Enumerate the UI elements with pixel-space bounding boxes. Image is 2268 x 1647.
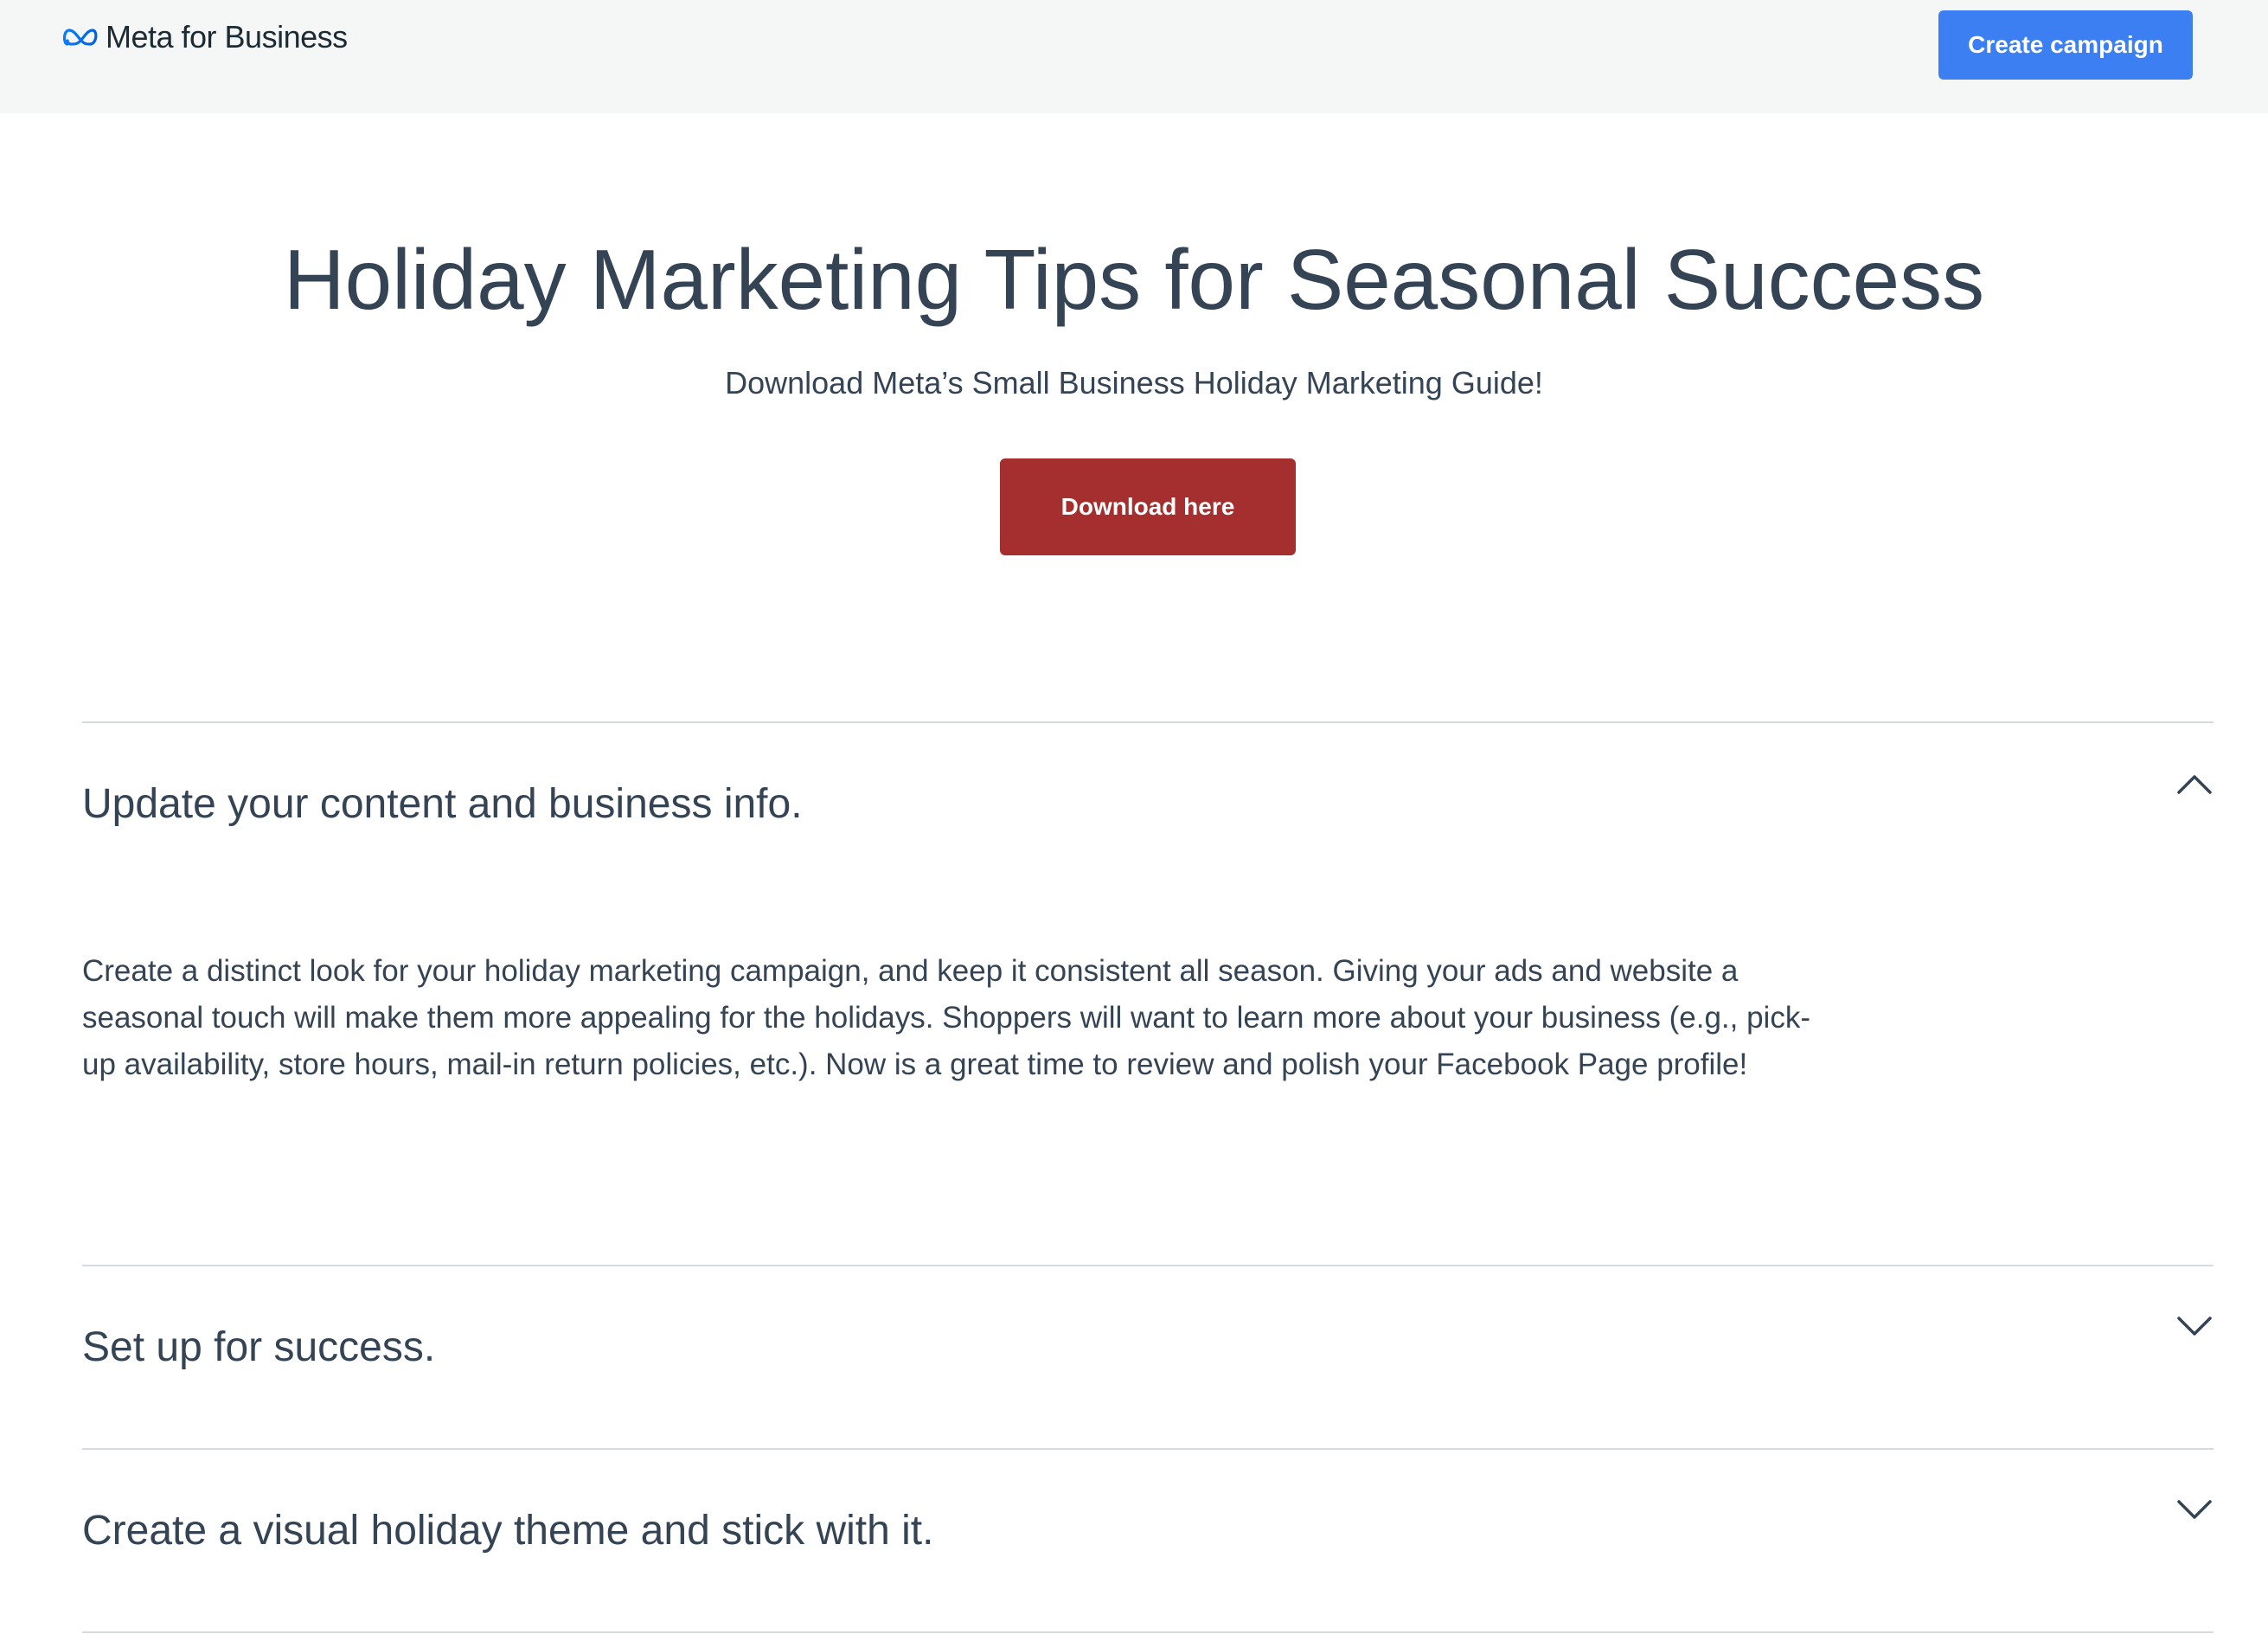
tips-accordion: Update your content and business info. C…	[82, 721, 2214, 1633]
accordion-item-update-content: Update your content and business info. C…	[82, 721, 2214, 1265]
logo-text: Meta for Business	[106, 19, 348, 54]
chevron-up-icon[interactable]	[2175, 772, 2214, 796]
accordion-item-visual-theme: Create a visual holiday theme and stick …	[82, 1448, 2214, 1633]
accordion-title: Update your content and business info.	[82, 781, 803, 827]
download-guide-button[interactable]: Download here	[1000, 458, 1296, 555]
meta-for-business-logo[interactable]: Meta for Business	[62, 19, 348, 55]
chevron-down-icon[interactable]	[2175, 1498, 2214, 1522]
accordion-header-visual-theme[interactable]: Create a visual holiday theme and stick …	[82, 1450, 2214, 1631]
page-title: Holiday Marketing Tips for Seasonal Succ…	[283, 232, 1985, 327]
page-subtitle: Download Meta’s Small Business Holiday M…	[725, 365, 1543, 401]
accordion-title: Set up for success.	[82, 1324, 436, 1370]
accordion-title: Create a visual holiday theme and stick …	[82, 1508, 934, 1554]
chevron-down-icon[interactable]	[2175, 1315, 2214, 1339]
top-header: Meta for Business Create campaign	[0, 0, 2268, 113]
create-campaign-button[interactable]: Create campaign	[1938, 10, 2193, 80]
accordion-header-update-content[interactable]: Update your content and business info.	[82, 723, 2214, 888]
accordion-body-text: Create a distinct look for your holiday …	[82, 954, 1810, 1081]
accordion-header-set-up[interactable]: Set up for success.	[82, 1266, 2214, 1448]
meta-infinity-icon	[62, 29, 98, 46]
accordion-item-set-up: Set up for success.	[82, 1265, 2214, 1448]
